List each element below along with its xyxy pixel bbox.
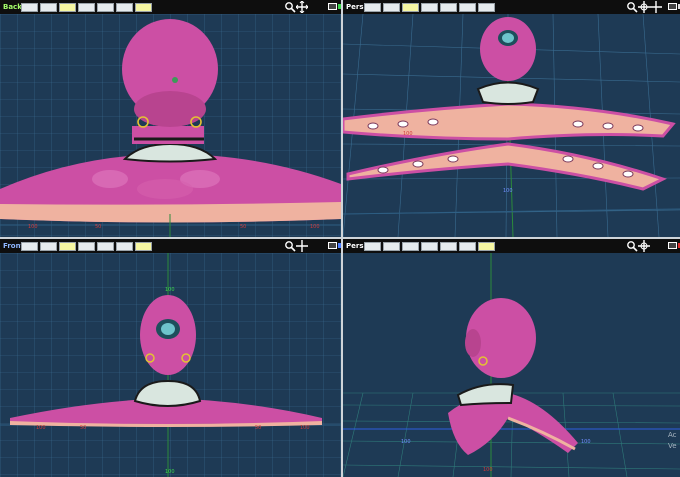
viewport-back[interactable]: Back 100 50 50 100 xyxy=(0,0,341,237)
view-button-6[interactable] xyxy=(459,241,476,251)
view-button-4[interactable] xyxy=(78,241,95,251)
zoom-icon[interactable] xyxy=(626,1,638,13)
axis-label: 100 xyxy=(28,224,38,230)
viewport-pers-top-scene: 100 100 xyxy=(343,14,680,237)
zoom-icon[interactable] xyxy=(626,240,638,252)
zoom-icon[interactable] xyxy=(284,1,296,13)
viewport-tools xyxy=(626,240,680,252)
view-button-6[interactable] xyxy=(459,2,476,12)
view-button-1[interactable] xyxy=(364,241,381,251)
view-button-7[interactable] xyxy=(478,241,495,251)
watermark-line-1: Ac xyxy=(668,431,677,439)
axis-label: 100 xyxy=(483,467,493,473)
view-button-6[interactable] xyxy=(116,241,133,251)
axis-label: 50 xyxy=(95,224,101,230)
view-button-5[interactable] xyxy=(440,2,457,12)
viewport-pers-top[interactable]: Pers 100 100 xyxy=(343,0,680,237)
display-mode-icon[interactable] xyxy=(328,240,341,252)
viewport-pers-bottom-scene: 100 100 100 xyxy=(343,253,680,477)
viewport-front-scene: 100 100 50 50 100 100 xyxy=(0,253,341,477)
viewport-title: Pers xyxy=(346,242,364,250)
view-button-7[interactable] xyxy=(135,2,152,12)
view-button-5[interactable] xyxy=(97,2,114,12)
view-button-1[interactable] xyxy=(21,241,38,251)
viewport-back-scene: 100 50 50 100 xyxy=(0,14,341,237)
rotate-icon[interactable] xyxy=(638,1,650,13)
view-button-2[interactable] xyxy=(40,2,57,12)
viewport-title: Front xyxy=(3,242,24,250)
viewport-tools xyxy=(284,240,341,252)
axis-label: 100 xyxy=(401,439,411,445)
pan-icon[interactable] xyxy=(296,240,308,252)
view-button-4[interactable] xyxy=(421,241,438,251)
view-button-4[interactable] xyxy=(78,2,95,12)
pan-icon[interactable] xyxy=(650,1,662,13)
view-button-5[interactable] xyxy=(440,241,457,251)
axis-label: 50 xyxy=(255,425,261,431)
viewport-pers-bottom[interactable]: Pers 100 100 100 Ac Ve xyxy=(343,239,680,477)
axis-label: 50 xyxy=(80,425,86,431)
display-mode-icon[interactable] xyxy=(328,1,341,13)
rotate-icon[interactable] xyxy=(638,240,650,252)
zoom-icon[interactable] xyxy=(284,240,296,252)
view-button-7[interactable] xyxy=(478,2,495,12)
watermark-line-2: Ve xyxy=(668,442,677,450)
view-button-2[interactable] xyxy=(383,2,400,12)
view-button-3[interactable] xyxy=(59,241,76,251)
display-mode-icon[interactable] xyxy=(668,1,680,13)
axis-label: 50 xyxy=(240,224,246,230)
axis-label: 100 xyxy=(165,287,175,293)
view-button-2[interactable] xyxy=(40,241,57,251)
viewport-tools xyxy=(626,1,680,13)
axis-label: 100 xyxy=(581,439,591,445)
view-button-3[interactable] xyxy=(59,2,76,12)
viewport-title: Pers xyxy=(346,3,364,11)
pan-icon[interactable] xyxy=(296,1,308,13)
view-button-6[interactable] xyxy=(116,2,133,12)
viewport-title: Back xyxy=(3,3,22,11)
axis-label: 100 xyxy=(300,425,310,431)
view-button-7[interactable] xyxy=(135,241,152,251)
view-button-2[interactable] xyxy=(383,241,400,251)
axis-label: 100 xyxy=(503,188,513,194)
view-button-1[interactable] xyxy=(364,2,381,12)
axis-label: 100 xyxy=(310,224,320,230)
view-button-5[interactable] xyxy=(97,241,114,251)
display-mode-icon[interactable] xyxy=(668,240,680,252)
view-button-4[interactable] xyxy=(421,2,438,12)
axis-label: 100 xyxy=(403,131,413,137)
view-button-3[interactable] xyxy=(402,241,419,251)
axis-label: 100 xyxy=(36,425,46,431)
viewport-front[interactable]: Front 100 100 50 50 100 100 xyxy=(0,239,341,477)
viewport-tools xyxy=(284,1,341,13)
viewport-grid: Back 100 50 50 100 Pers 100 100 Front 10… xyxy=(0,0,680,477)
view-button-3[interactable] xyxy=(402,2,419,12)
axis-label: 100 xyxy=(165,469,175,475)
view-button-1[interactable] xyxy=(21,2,38,12)
